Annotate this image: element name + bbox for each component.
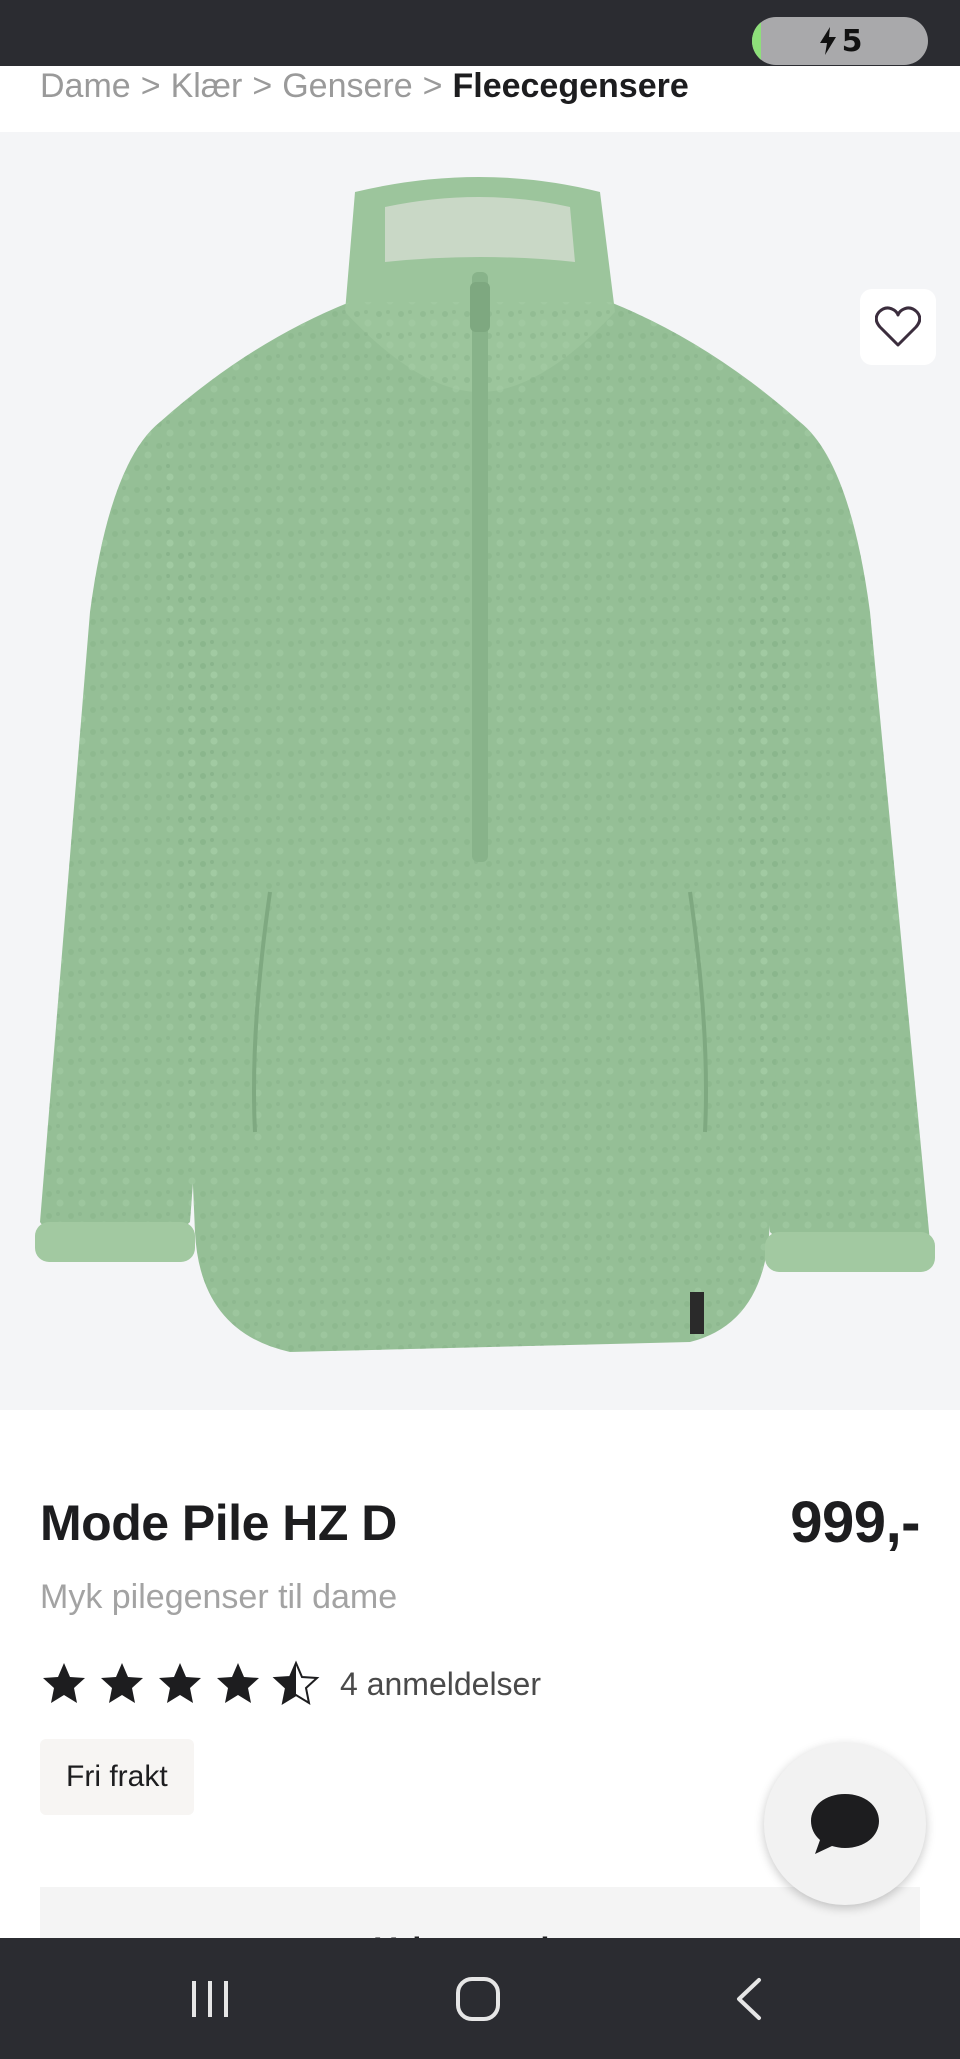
navigation-bar (0, 1938, 960, 2059)
back-icon (737, 1978, 761, 2020)
chat-button[interactable] (764, 1743, 926, 1905)
charging-bolt-icon (819, 27, 836, 55)
product-price: 999,- (790, 1490, 920, 1555)
rating-row[interactable]: 4 anmeldelser (40, 1656, 541, 1712)
product-title: Mode Pile HZ D (40, 1495, 397, 1551)
breadcrumb-item-dame[interactable]: Dame (40, 67, 131, 105)
product-subtitle: Myk pilegenser til dame (40, 1578, 398, 1616)
chat-bubble-icon (811, 1794, 879, 1854)
breadcrumb-separator: > (140, 67, 161, 105)
free-shipping-badge: Fri frakt (40, 1739, 194, 1815)
home-button[interactable] (433, 1964, 523, 2034)
home-icon (456, 1977, 500, 2021)
star-icon (217, 1663, 259, 1703)
breadcrumb-item-gensere[interactable]: Gensere (282, 67, 412, 105)
battery-fill (752, 17, 761, 65)
breadcrumb-separator: > (252, 67, 273, 105)
breadcrumb-item-klaer[interactable]: Klær (171, 67, 243, 105)
recent-apps-icon (192, 1981, 228, 2017)
breadcrumb: Dame > Klær > Gensere > Fleecegensere (40, 62, 689, 110)
product-image-area[interactable] (0, 132, 960, 1410)
product-image (35, 177, 935, 1352)
back-button[interactable] (703, 1964, 793, 2034)
breadcrumb-separator: > (422, 67, 443, 105)
heart-icon (875, 306, 921, 347)
zipper (472, 272, 488, 862)
reviews-link[interactable]: 4 anmeldelser (340, 1666, 541, 1703)
status-bar: 5 (0, 0, 960, 66)
breadcrumb-current: Fleecegensere (452, 67, 689, 105)
rating-stars (40, 1660, 320, 1708)
battery-indicator: 5 (752, 17, 928, 65)
star-icon (101, 1663, 143, 1703)
favorite-button[interactable] (860, 289, 936, 365)
battery-level: 5 (841, 23, 863, 59)
recent-apps-button[interactable] (165, 1964, 255, 2034)
star-icon (159, 1663, 201, 1703)
star-icon (272, 1660, 320, 1706)
star-icon (43, 1663, 85, 1703)
